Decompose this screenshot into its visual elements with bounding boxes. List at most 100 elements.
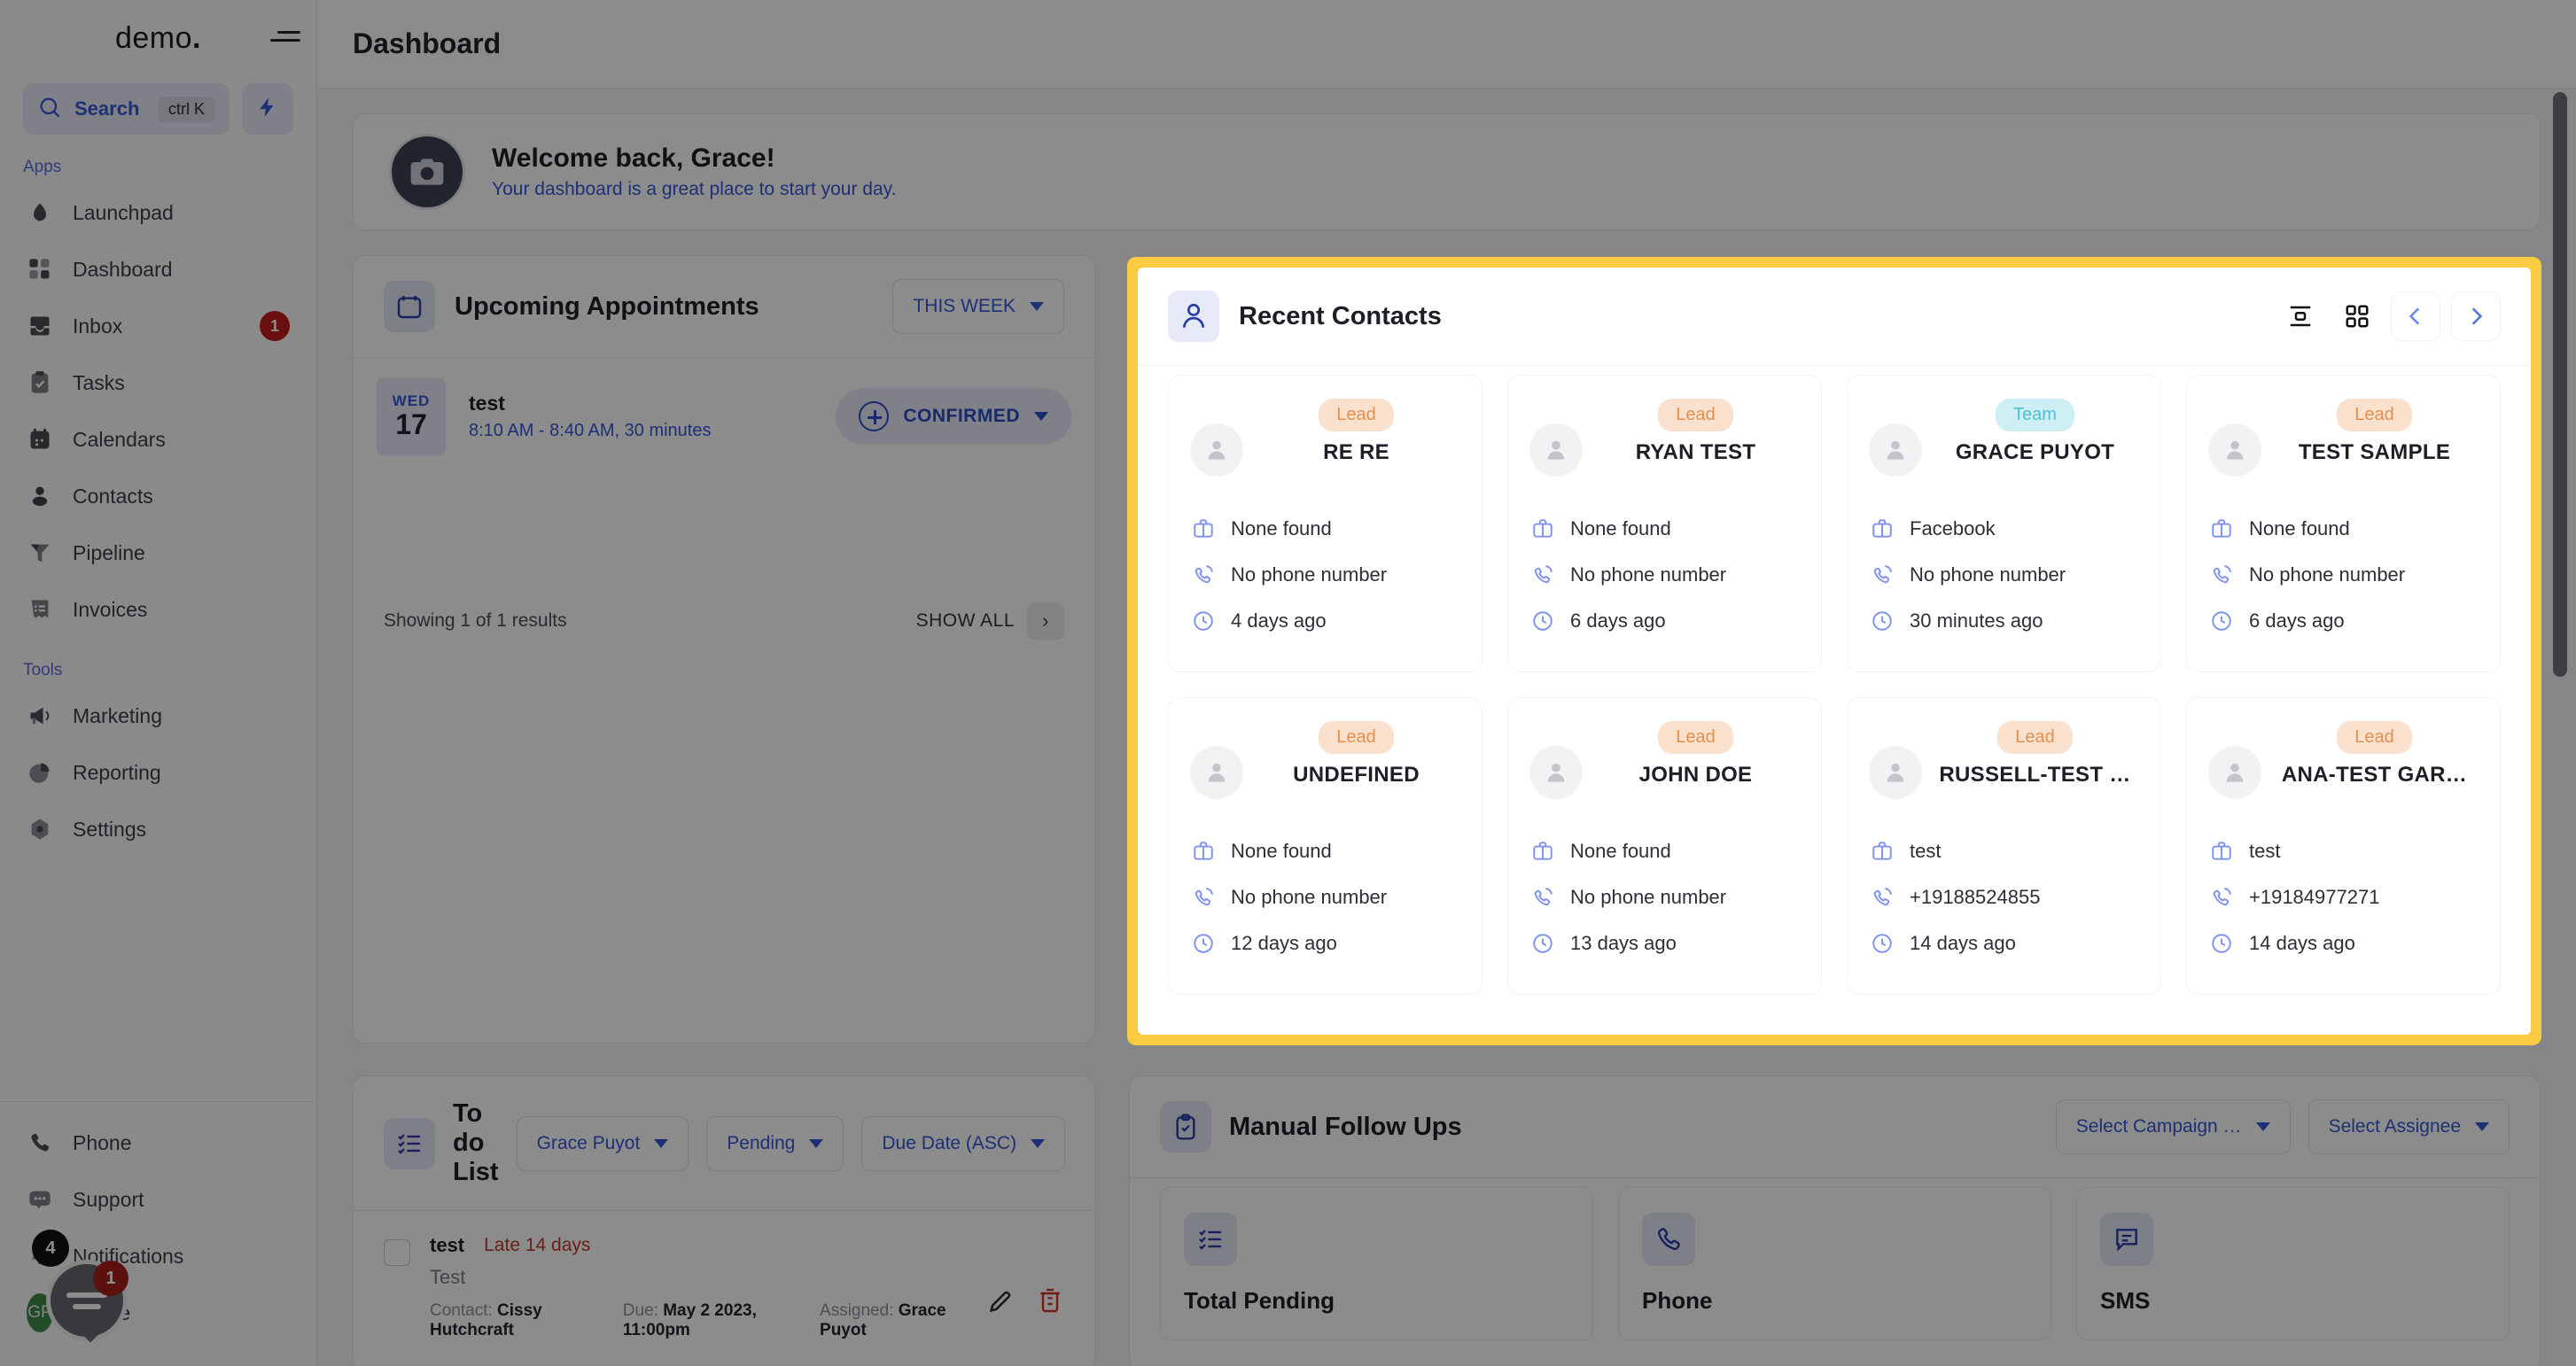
- appointments-show-all-button[interactable]: SHOW ALL ›: [916, 602, 1064, 640]
- manual-follow-ups-panel: Manual Follow Ups Select Campaign … Sele…: [1129, 1075, 2541, 1366]
- sidebar-item-contacts[interactable]: Contacts: [0, 468, 316, 524]
- avatar: [1529, 746, 1583, 799]
- contact-phone-row: No phone number: [1190, 562, 1460, 588]
- todo-filter-assignee[interactable]: Grace Puyot: [516, 1115, 689, 1171]
- scrollbar-thumb[interactable]: [2553, 92, 2567, 677]
- gear-icon: [27, 816, 53, 842]
- contact-name: UNDEFINED: [1293, 763, 1420, 787]
- sidebar-item-inbox[interactable]: Inbox 1: [0, 298, 316, 354]
- recent-contacts-toolbar: [2277, 291, 2501, 341]
- mfu-card-phone[interactable]: Phone: [1618, 1187, 2051, 1340]
- delete-icon[interactable]: [1036, 1286, 1064, 1319]
- search-icon: [37, 95, 62, 124]
- chevron-right-icon[interactable]: [2451, 291, 2501, 341]
- search-shortcut: ctrl K: [157, 96, 215, 122]
- edit-icon[interactable]: [986, 1285, 1016, 1320]
- appointment-dow: WED: [392, 392, 431, 410]
- sidebar-item-reporting[interactable]: Reporting: [0, 744, 316, 801]
- todo-item[interactable]: test Late 14 days Test Contact: Cissy Hu…: [354, 1211, 1094, 1363]
- todo-checkbox[interactable]: [384, 1239, 410, 1266]
- contact-phone-row: +19184977271: [2208, 884, 2479, 911]
- contact-phone-row: No phone number: [2208, 562, 2479, 588]
- collapse-sidebar-icon[interactable]: [270, 23, 300, 50]
- contact-card[interactable]: Lead RUSSELL-TEST … test +19188524855 14…: [1847, 697, 2161, 995]
- sidebar-item-pipeline[interactable]: Pipeline: [0, 524, 316, 581]
- sidebar-item-settings[interactable]: Settings: [0, 801, 316, 858]
- brand-logo[interactable]: demo.: [115, 21, 201, 56]
- sidebar-item-invoices[interactable]: Invoices: [0, 581, 316, 638]
- sidebar-item-label: Pipeline: [73, 540, 145, 564]
- contact-card[interactable]: Lead RYAN TEST None found No phone numbe…: [1507, 375, 1822, 672]
- contact-card[interactable]: Lead RE RE None found No phone number 4 …: [1168, 375, 1483, 672]
- appointment-status-dropdown[interactable]: CONFIRMED: [836, 388, 1071, 445]
- chevron-left-icon[interactable]: [2391, 291, 2440, 341]
- chevron-down-icon: [2255, 1122, 2270, 1131]
- pipeline-icon: [27, 539, 53, 566]
- chat-widget-button[interactable]: 1: [46, 1260, 128, 1341]
- camera-icon[interactable]: [389, 134, 465, 210]
- contact-time-row: 4 days ago: [1190, 608, 1460, 634]
- todo-filter-sort[interactable]: Due Date (ASC): [861, 1115, 1066, 1171]
- mfu-filter-campaign[interactable]: Select Campaign …: [2055, 1099, 2291, 1154]
- topbar: Dashboard: [317, 0, 2576, 89]
- mfu-card-total-pending[interactable]: Total Pending: [1160, 1187, 1593, 1340]
- contact-card-top: Lead RUSSELL-TEST …: [1869, 721, 2139, 819]
- sms-icon: [2100, 1213, 2153, 1266]
- notifications-count-badge: 4: [32, 1230, 69, 1267]
- sidebar-item-label: Inbox: [73, 314, 123, 338]
- sidebar-item-marketing[interactable]: Marketing: [0, 687, 316, 744]
- search-input[interactable]: Search ctrl K: [23, 83, 230, 135]
- chevron-down-icon: [809, 1138, 824, 1148]
- appointment-row[interactable]: WED 17 test 8:10 AM - 8:40 AM, 30 minute…: [354, 358, 1094, 475]
- todo-header: To do List Grace Puyot Pending Due Date …: [354, 1076, 1094, 1210]
- contact-company-row: None found: [2208, 516, 2479, 542]
- contact-card[interactable]: Lead TEST SAMPLE None found No phone num…: [2186, 375, 2501, 672]
- appointments-range-filter[interactable]: THIS WEEK: [892, 279, 1064, 334]
- contact-card-top: Lead UNDEFINED: [1190, 721, 1460, 819]
- todo-filter-status[interactable]: Pending: [706, 1115, 844, 1171]
- calendar-icon: [27, 426, 53, 453]
- contact-company: None found: [1570, 517, 1671, 539]
- contact-time-row: 6 days ago: [1529, 608, 1800, 634]
- contact-company: None found: [2249, 517, 2350, 539]
- contact-company-row: test: [2208, 838, 2479, 865]
- contact-name: RUSSELL-TEST …: [1939, 763, 2131, 787]
- status-badge: Lead: [1658, 721, 1733, 754]
- mfu-card-sms[interactable]: SMS: [2076, 1187, 2510, 1340]
- sidebar-item-calendars[interactable]: Calendars: [0, 411, 316, 468]
- tasks-icon: [27, 369, 53, 396]
- sidebar-item-support[interactable]: Support: [0, 1171, 316, 1228]
- sidebar-item-label: Tasks: [73, 370, 125, 394]
- sidebar-item-label: Launchpad: [73, 200, 174, 224]
- contact-phone: +19188524855: [1910, 886, 2041, 908]
- chevron-right-icon: ›: [1027, 602, 1064, 640]
- welcome-subtitle: Your dashboard is a great place to start…: [492, 179, 897, 199]
- sidebar-item-dashboard[interactable]: Dashboard: [0, 241, 316, 298]
- manual-follow-ups-header: Manual Follow Ups Select Campaign … Sele…: [1130, 1076, 2540, 1177]
- contact-card[interactable]: Team GRACE PUYOT Facebook No phone numbe…: [1847, 375, 2161, 672]
- briefcase-icon: [1190, 516, 1217, 542]
- clock-icon: [2208, 930, 2235, 957]
- sidebar-item-tasks[interactable]: Tasks: [0, 354, 316, 411]
- recent-contacts-grid: Lead RE RE None found No phone number 4 …: [1138, 366, 2531, 1025]
- briefcase-icon: [2208, 838, 2235, 865]
- sidebar-item-phone[interactable]: Phone: [0, 1114, 316, 1171]
- contact-card-top: Lead RE RE: [1190, 399, 1460, 496]
- contact-card[interactable]: Lead JOHN DOE None found No phone number…: [1507, 697, 1822, 995]
- contact-time-row: 30 minutes ago: [1869, 608, 2139, 634]
- list-view-icon[interactable]: [2277, 293, 2323, 339]
- status-badge: Lead: [1658, 399, 1733, 431]
- brand-row: demo.: [0, 0, 316, 76]
- contact-card[interactable]: Lead ANA-TEST GAR… test +19184977271 14 …: [2186, 697, 2501, 995]
- contact-phone-row: No phone number: [1190, 884, 1460, 911]
- sidebar-item-launchpad[interactable]: Launchpad: [0, 184, 316, 241]
- appointments-footer: Showing 1 of 1 results SHOW ALL ›: [354, 579, 1094, 663]
- todo-item-meta: Contact: Cissy Hutchcraft Due: May 2 202…: [430, 1301, 967, 1340]
- contact-card[interactable]: Lead UNDEFINED None found No phone numbe…: [1168, 697, 1483, 995]
- contact-time-row: 6 days ago: [2208, 608, 2479, 634]
- contact-identity: Lead ANA-TEST GAR…: [2270, 721, 2479, 788]
- todo-filter-status-label: Pending: [727, 1132, 796, 1153]
- quick-action-button[interactable]: [242, 83, 293, 135]
- grid-view-icon[interactable]: [2334, 293, 2380, 339]
- mfu-filter-assignee[interactable]: Select Assignee: [2308, 1099, 2510, 1154]
